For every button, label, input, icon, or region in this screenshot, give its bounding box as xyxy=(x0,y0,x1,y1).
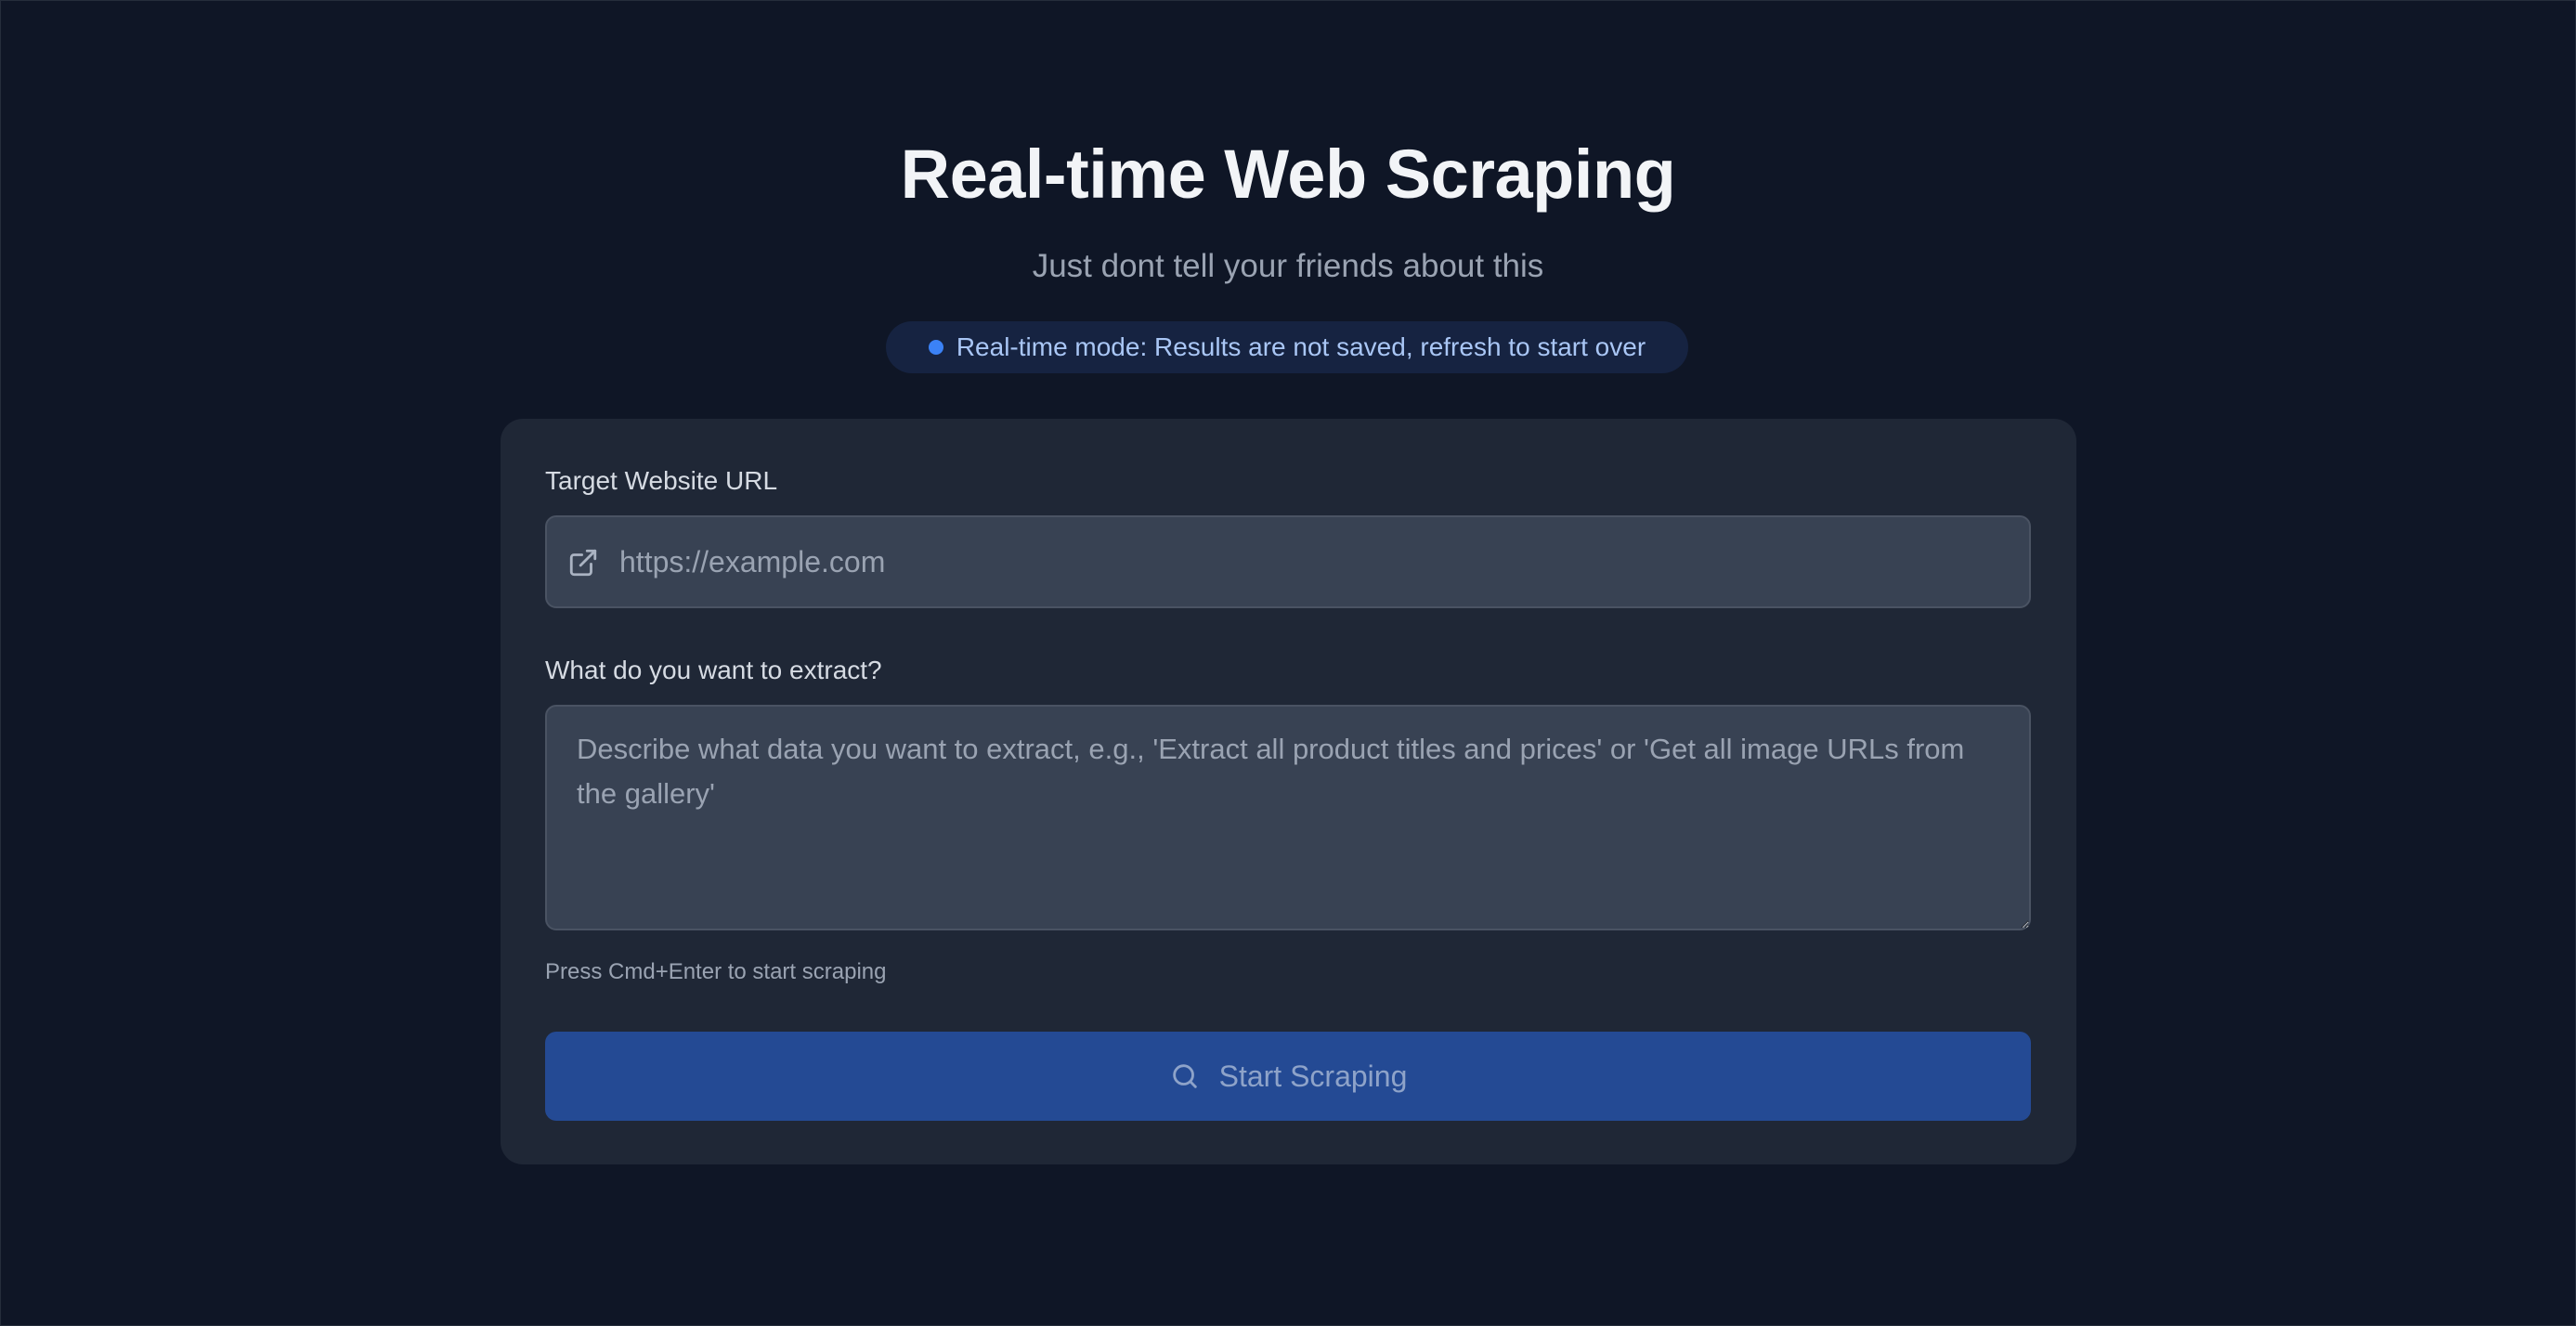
realtime-mode-text: Real-time mode: Results are not saved, r… xyxy=(956,332,1646,361)
app-window: Real-time Web Scraping Just dont tell yo… xyxy=(0,0,2576,1326)
scrape-form-card: Target Website URL What do you want to e… xyxy=(501,419,2076,1164)
status-dot-icon xyxy=(928,340,943,355)
url-field[interactable] xyxy=(545,515,2031,608)
url-input[interactable] xyxy=(619,517,2012,606)
extract-label: What do you want to extract? xyxy=(545,656,882,684)
start-scraping-button[interactable]: Start Scraping xyxy=(545,1032,2031,1121)
url-label: Target Website URL xyxy=(545,466,778,495)
page-title: Real-time Web Scraping xyxy=(900,136,1676,213)
realtime-mode-badge: Real-time mode: Results are not saved, r… xyxy=(886,321,1688,373)
extract-description-textarea[interactable] xyxy=(545,705,2031,930)
page-subtitle: Just dont tell your friends about this xyxy=(1032,248,1544,284)
external-link-icon xyxy=(569,549,597,577)
start-scraping-label: Start Scraping xyxy=(1218,1059,1408,1093)
keyboard-shortcut-hint: Press Cmd+Enter to start scraping xyxy=(545,959,887,984)
search-icon xyxy=(1172,1064,1197,1088)
